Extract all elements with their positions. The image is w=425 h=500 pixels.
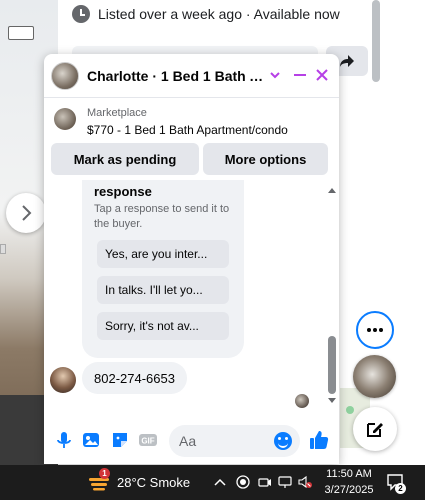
listing-summary[interactable]: Marketplace $770 - 1 Bed 1 Bath Apartmen…: [44, 99, 339, 143]
photo-icon[interactable]: [81, 430, 101, 450]
listing-status-text: Listed over a week ago · Available now: [98, 6, 340, 22]
more-chats-button[interactable]: [356, 311, 394, 349]
page-scrollbar-thumb[interactable]: [372, 0, 380, 82]
chat-window: Charlotte · 1 Bed 1 Bath Ap... Marketpla…: [44, 54, 339, 464]
share-icon: [340, 55, 354, 67]
microphone-icon[interactable]: [54, 430, 74, 450]
compose-icon: [367, 423, 383, 437]
chat-scrollbar-thumb[interactable]: [328, 336, 336, 394]
gif-icon[interactable]: GIF: [138, 430, 158, 450]
seen-receipt-avatar: [295, 394, 309, 408]
mark-as-pending-button[interactable]: Mark as pending: [51, 143, 199, 175]
message-composer: GIF Aa: [44, 418, 339, 464]
listing-title: $770 - 1 Bed 1 Bath Apartment/condo: [87, 123, 288, 137]
sticker-icon[interactable]: [110, 430, 130, 450]
chevron-right-icon: [22, 205, 32, 221]
listing-status: Listed over a week ago · Available now: [72, 5, 340, 23]
chat-header[interactable]: Charlotte · 1 Bed 1 Bath Ap...: [44, 54, 339, 98]
camera-icon[interactable]: [258, 475, 272, 489]
quick-reply-button[interactable]: In talks. I'll let yo...: [97, 276, 229, 304]
chat-head-avatar[interactable]: [353, 355, 396, 398]
thumbs-up-icon[interactable]: [308, 429, 330, 451]
taskbar-time[interactable]: 11:50 AM: [326, 468, 372, 480]
taskbar-date[interactable]: 3/27/2025: [322, 484, 376, 496]
taskbar: 1 28°C Smoke 11:50 AM 3/27/2025 2: [0, 465, 425, 500]
quick-reply-button[interactable]: Sorry, it's not av...: [97, 312, 229, 340]
photo-sign: [8, 26, 34, 40]
scroll-down-arrow-icon[interactable]: [328, 398, 336, 403]
scroll-up-arrow-icon[interactable]: [328, 188, 336, 193]
chevron-down-icon[interactable]: [268, 68, 282, 82]
chat-title[interactable]: Charlotte · 1 Bed 1 Bath Ap...: [87, 68, 269, 84]
quick-reply-button[interactable]: Yes, are you inter...: [97, 240, 229, 268]
listing-thumbnail: [54, 108, 76, 130]
svg-text:GIF: GIF: [141, 437, 154, 446]
weather-badge: 1: [99, 468, 110, 479]
speaker-muted-icon[interactable]: [298, 475, 312, 489]
sender-avatar: [50, 367, 76, 393]
listing-source: Marketplace: [87, 107, 147, 119]
message-thread: response Tap a response to send it to th…: [44, 180, 339, 412]
chevron-up-icon[interactable]: [213, 475, 227, 489]
chat-avatar[interactable]: [51, 62, 79, 90]
quick-response-title: response: [94, 184, 152, 199]
quick-response-description: Tap a response to send it to the buyer.: [94, 203, 230, 230]
more-dots-icon: [367, 328, 383, 332]
quick-response-card: response Tap a response to send it to th…: [82, 180, 244, 358]
listing-actions: Mark as pending More options: [44, 143, 339, 177]
clock-icon: [72, 5, 90, 23]
emoji-icon[interactable]: [274, 432, 292, 450]
network-icon[interactable]: [278, 475, 292, 489]
more-options-button[interactable]: More options: [203, 143, 328, 175]
notification-badge: 2: [395, 483, 406, 494]
carousel-next-button[interactable]: [6, 193, 46, 233]
chat-scrollbar[interactable]: [327, 188, 337, 406]
record-icon[interactable]: [236, 475, 250, 489]
new-message-button[interactable]: [353, 407, 397, 451]
close-icon[interactable]: [313, 66, 331, 84]
minimize-icon[interactable]: [291, 66, 309, 84]
photo-outlet: [0, 244, 6, 254]
weather-text[interactable]: 28°C Smoke: [117, 475, 190, 490]
message-bubble: 802-274-6653: [82, 362, 187, 394]
